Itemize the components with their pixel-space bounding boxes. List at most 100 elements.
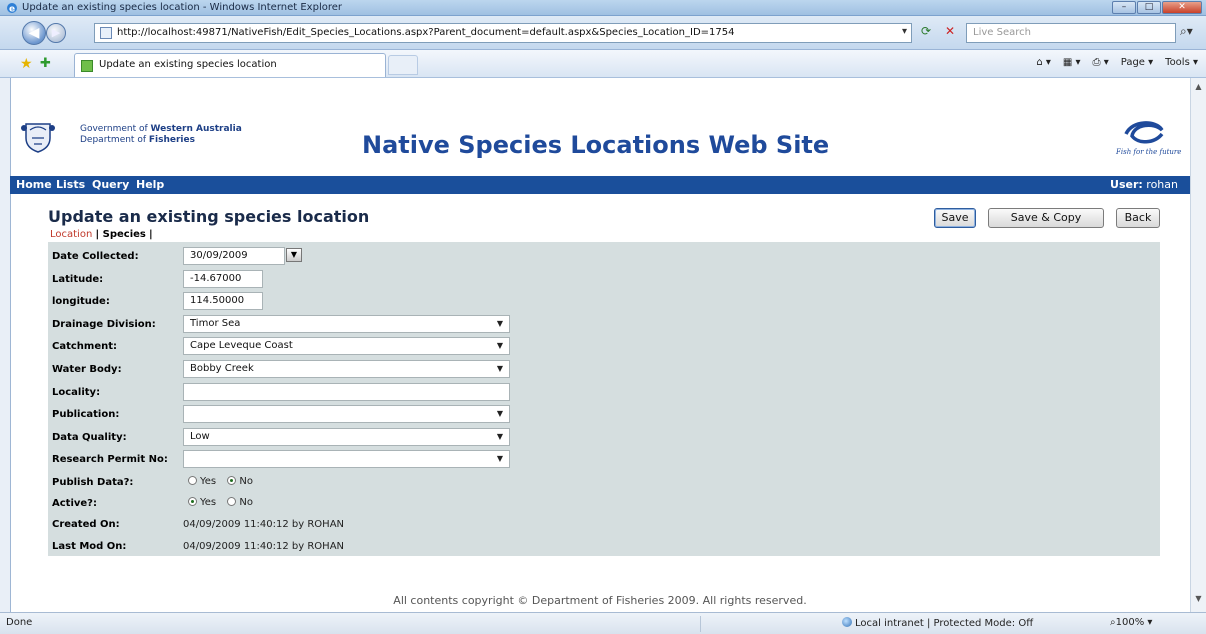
drainage-division-value: Timor Sea: [190, 318, 241, 329]
refresh-icon[interactable]: ⟳: [916, 24, 936, 42]
locality-label: Locality:: [52, 387, 101, 398]
scroll-up-icon[interactable]: ▲: [1193, 82, 1204, 96]
back-nav-button[interactable]: ◀: [22, 21, 46, 45]
chevron-down-icon: ▼: [496, 341, 503, 350]
security-zone[interactable]: Local intranet | Protected Mode: Off: [842, 617, 1033, 629]
user-name: rohan: [1146, 178, 1178, 191]
chevron-down-icon: ▼: [496, 319, 503, 328]
forward-nav-button[interactable]: ▶: [46, 23, 66, 43]
water-body-select[interactable]: Bobby Creek ▼: [183, 360, 510, 378]
chevron-down-icon: ▼: [496, 364, 503, 373]
publication-select[interactable]: ▼: [183, 405, 510, 423]
vertical-scrollbar[interactable]: ▲ ▼: [1190, 78, 1206, 612]
gov-line2: Department of: [80, 135, 149, 145]
tab-species[interactable]: Species: [103, 229, 146, 240]
logo-tagline: Fish for the future: [1116, 148, 1182, 156]
zoom-level[interactable]: ⌕100% ▾: [1110, 617, 1152, 628]
longitude-label: longitude:: [52, 296, 110, 307]
publish-no-radio[interactable]: [227, 476, 237, 485]
status-bar: Done Local intranet | Protected Mode: Of…: [0, 612, 1206, 634]
gov-line1: Government of: [80, 124, 151, 134]
last-mod-on-label: Last Mod On:: [52, 541, 127, 552]
user-label: User:: [1110, 178, 1143, 191]
page-menu[interactable]: Page ▾: [1121, 57, 1153, 68]
tools-menu[interactable]: Tools ▾: [1165, 57, 1198, 68]
research-permit-select[interactable]: ▼: [183, 450, 510, 468]
publish-yes-radio[interactable]: [188, 476, 197, 485]
data-quality-value: Low: [190, 431, 210, 442]
publish-no-label: No: [239, 476, 253, 487]
status-text: Done: [6, 617, 33, 628]
stop-icon[interactable]: ✕: [940, 24, 960, 42]
publish-yes-label: Yes: [200, 476, 217, 487]
window-left-edge: [0, 78, 10, 612]
active-no-radio[interactable]: [227, 497, 237, 506]
fisheries-logo: Fish for the future: [1112, 116, 1181, 162]
site-title: Native Species Locations Web Site: [362, 131, 830, 159]
menu-item-query[interactable]: Query: [92, 178, 129, 191]
address-dropdown-icon[interactable]: ▾: [902, 26, 907, 37]
tab-label: Update an existing species location: [99, 59, 277, 70]
url-text: http://localhost:49871/NativeFish/Edit_S…: [117, 27, 735, 38]
catchment-value: Cape Leveque Coast: [190, 340, 293, 351]
tab-command-bar: ★ ✚ Update an existing species location …: [0, 50, 1206, 78]
print-icon[interactable]: ⎙ ▾: [1093, 57, 1109, 68]
research-permit-label: Research Permit No:: [52, 454, 168, 465]
government-text: Government of Western Australia Departme…: [80, 124, 242, 146]
status-segments: [700, 616, 830, 632]
new-tab-button[interactable]: [388, 55, 418, 75]
save-copy-button[interactable]: Save & Copy: [988, 208, 1104, 228]
back-button[interactable]: Back: [1116, 208, 1160, 228]
menu-item-lists[interactable]: Lists: [56, 178, 85, 191]
ie-logo-icon: e: [7, 3, 17, 14]
maximize-button[interactable]: □: [1137, 1, 1161, 14]
date-collected-input[interactable]: 30/09/2009: [183, 247, 285, 265]
globe-icon: [842, 617, 852, 627]
water-body-label: Water Body:: [52, 364, 122, 375]
created-on-value: 04/09/2009 11:40:12 by ROHAN: [183, 519, 345, 530]
wa-crest-icon: [21, 123, 55, 153]
scroll-down-icon[interactable]: ▼: [1193, 594, 1204, 608]
drainage-division-label: Drainage Division:: [52, 319, 156, 330]
feeds-icon[interactable]: ▦ ▾: [1063, 57, 1081, 68]
data-quality-label: Data Quality:: [52, 432, 127, 443]
add-favorite-icon[interactable]: ✚: [40, 56, 51, 71]
calendar-dropdown-icon[interactable]: ▼: [286, 248, 302, 262]
latitude-input[interactable]: -14.67000: [183, 270, 263, 288]
minimize-button[interactable]: –: [1112, 1, 1136, 14]
date-collected-label: Date Collected:: [52, 251, 139, 262]
fisheries-logo-icon: [1124, 121, 1164, 144]
save-button[interactable]: Save: [934, 208, 976, 228]
last-mod-on-value: 04/09/2009 11:40:12 by ROHAN: [183, 541, 345, 552]
data-quality-select[interactable]: Low ▼: [183, 428, 510, 446]
address-field[interactable]: http://localhost:49871/NativeFish/Edit_S…: [94, 23, 912, 43]
publish-data-label: Publish Data?:: [52, 477, 134, 488]
longitude-input[interactable]: 114.50000: [183, 292, 263, 310]
active-label: Active?:: [52, 498, 97, 509]
search-icon[interactable]: ⌕▾: [1180, 24, 1193, 39]
active-radio-group: Yes No: [188, 497, 253, 508]
drainage-division-select[interactable]: Timor Sea ▼: [183, 315, 510, 333]
created-on-label: Created On:: [52, 519, 120, 530]
publish-data-radio-group: Yes No: [188, 476, 253, 487]
form-tabs: Location | Species |: [50, 229, 153, 240]
catchment-label: Catchment:: [52, 341, 118, 352]
favorites-star-icon[interactable]: ★: [20, 56, 33, 72]
catchment-select[interactable]: Cape Leveque Coast ▼: [183, 337, 510, 355]
menu-item-help[interactable]: Help: [136, 178, 164, 191]
active-no-label: No: [239, 497, 253, 508]
page-title: Update an existing species location: [48, 207, 370, 226]
active-yes-radio[interactable]: [188, 497, 197, 506]
tab-current[interactable]: Update an existing species location: [74, 53, 386, 77]
menu-item-home[interactable]: Home: [16, 178, 52, 191]
home-icon[interactable]: ⌂ ▾: [1036, 57, 1051, 68]
search-placeholder: Live Search: [973, 27, 1031, 38]
chevron-down-icon: ▼: [496, 409, 503, 418]
locality-input[interactable]: [183, 383, 510, 401]
close-window-button[interactable]: ✕: [1162, 1, 1202, 14]
tab-separator: |: [95, 229, 103, 240]
tab-location[interactable]: Location: [50, 229, 92, 240]
publication-label: Publication:: [52, 409, 120, 420]
search-input[interactable]: Live Search: [966, 23, 1176, 43]
tab-separator: |: [149, 229, 153, 240]
